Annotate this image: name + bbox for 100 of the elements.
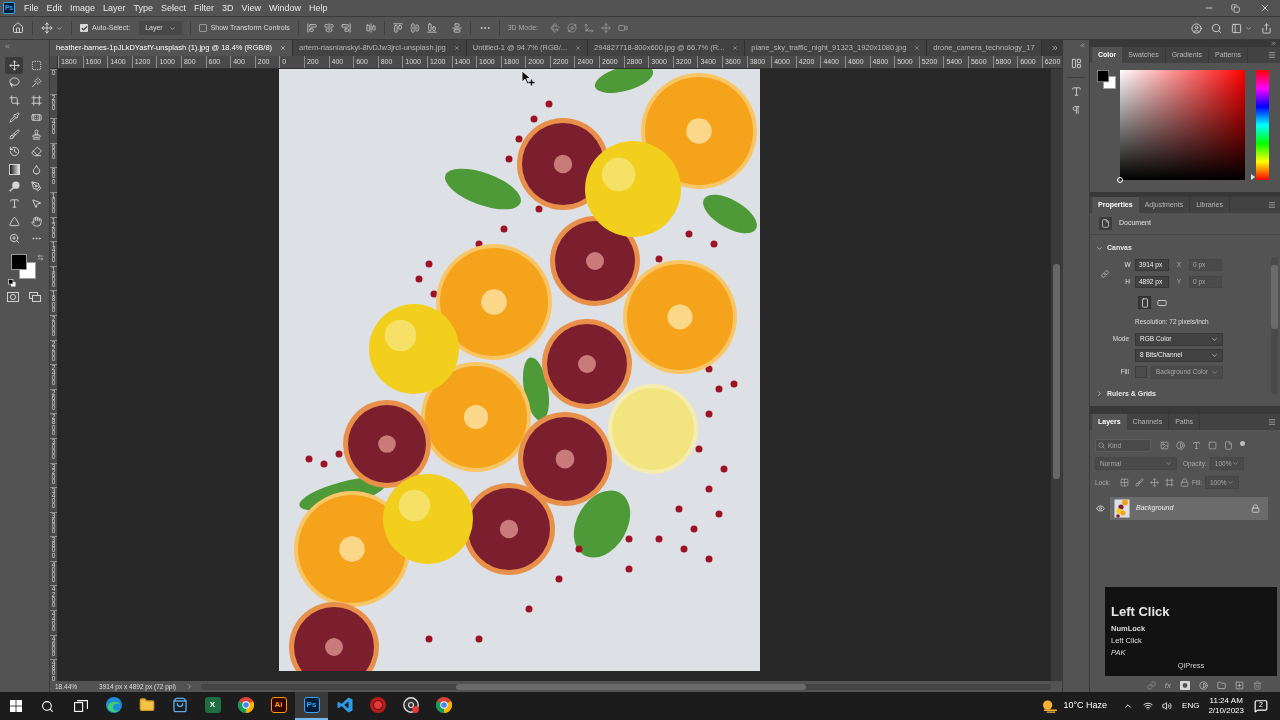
- double-chevron-icon[interactable]: [1079, 41, 1086, 49]
- align-middle-icon[interactable]: [409, 23, 420, 33]
- chevron-right-icon[interactable]: [186, 683, 193, 690]
- brush-icon[interactable]: [1134, 478, 1144, 487]
- color-field[interactable]: [1120, 70, 1245, 180]
- mask-icon[interactable]: [7, 291, 19, 302]
- lock-icon[interactable]: [1179, 478, 1189, 487]
- wifi-icon[interactable]: [1143, 701, 1154, 711]
- menu-icon[interactable]: [1268, 51, 1276, 59]
- type-icon[interactable]: [1070, 86, 1082, 97]
- chevron-up-icon[interactable]: [1123, 701, 1134, 711]
- panel-layout-icon[interactable]: [1070, 58, 1082, 69]
- language-indicator[interactable]: ENG: [1182, 700, 1200, 712]
- menu-item[interactable]: Help: [309, 2, 328, 14]
- rotate-3d-icon[interactable]: [550, 23, 560, 33]
- file-icon[interactable]: [1224, 441, 1233, 450]
- close-icon[interactable]: [575, 45, 582, 51]
- distribute-icon[interactable]: [365, 23, 376, 33]
- align-right-icon[interactable]: [340, 23, 351, 33]
- move-icon[interactable]: [41, 22, 53, 34]
- close-icon[interactable]: [914, 45, 921, 51]
- square-icon[interactable]: [1208, 441, 1217, 450]
- paragraph-icon[interactable]: [1071, 105, 1081, 115]
- taskbar-button[interactable]: X: [196, 692, 229, 720]
- user-icon[interactable]: [1191, 22, 1202, 34]
- notification-icon[interactable]: [1254, 699, 1268, 713]
- half-circle-icon[interactable]: [1199, 680, 1208, 690]
- scrollbar-thumb[interactable]: [1053, 264, 1060, 479]
- swap-arrows-icon[interactable]: [37, 253, 44, 261]
- type-icon[interactable]: [1192, 441, 1201, 450]
- scrollbar-thumb[interactable]: [456, 683, 806, 690]
- lock-icon[interactable]: [1251, 504, 1260, 513]
- double-chevron-icon[interactable]: [4, 42, 11, 50]
- image-icon[interactable]: [1160, 441, 1169, 450]
- taskbar-button[interactable]: Ai: [262, 692, 295, 720]
- task-view-icon[interactable]: [73, 700, 88, 712]
- align-bottom-icon[interactable]: [426, 23, 437, 33]
- link-icon[interactable]: [1101, 268, 1109, 279]
- sidebar-layout-icon[interactable]: [1231, 22, 1242, 34]
- move-icon[interactable]: [601, 23, 611, 33]
- home-icon[interactable]: [12, 22, 24, 34]
- align-center-icon[interactable]: [323, 23, 334, 33]
- move-icon[interactable]: [1149, 478, 1159, 487]
- clock-date[interactable]: 2/10/2023: [1208, 706, 1244, 716]
- menu-item[interactable]: Layer: [103, 2, 126, 14]
- trash-icon[interactable]: [1253, 680, 1262, 690]
- half-circle-icon[interactable]: [1176, 441, 1185, 450]
- vertical-scrollbar[interactable]: [1271, 257, 1278, 394]
- folder-icon[interactable]: [1217, 680, 1226, 690]
- align-top-icon[interactable]: [392, 23, 403, 33]
- orbit-icon[interactable]: [567, 23, 577, 33]
- menu-item[interactable]: Window: [268, 2, 301, 14]
- restore-icon[interactable]: [1231, 3, 1240, 13]
- windows-logo-icon[interactable]: [9, 700, 22, 712]
- menu-item[interactable]: 3D: [222, 2, 234, 14]
- menu-item[interactable]: Image: [70, 2, 96, 14]
- volume-icon[interactable]: [1162, 701, 1173, 711]
- checkbox[interactable]: [198, 24, 207, 32]
- stacked-rectangles-icon[interactable]: [29, 291, 41, 302]
- chevron-down-icon[interactable]: [56, 24, 63, 32]
- double-chevron-icon[interactable]: [1051, 44, 1059, 52]
- chevron-down-icon[interactable]: [1245, 24, 1252, 32]
- orientation-button[interactable]: [1138, 296, 1151, 309]
- grid-icon[interactable]: [1119, 478, 1129, 487]
- horizontal-scrollbar[interactable]: [201, 683, 1051, 690]
- menu-item[interactable]: Select: [161, 2, 187, 14]
- menu-item[interactable]: View: [241, 2, 261, 14]
- small-swatch-pair-icon[interactable]: [8, 278, 16, 287]
- slider-marker-icon[interactable]: [1251, 174, 1255, 180]
- video-camera-icon[interactable]: [618, 23, 628, 33]
- hue-slider[interactable]: [1251, 70, 1269, 180]
- close-icon[interactable]: [280, 45, 287, 51]
- weather-icon[interactable]: [1041, 699, 1059, 713]
- clock-time[interactable]: 11:24 AM: [1209, 696, 1243, 706]
- menu-icon[interactable]: [1268, 418, 1276, 426]
- tool-button[interactable]: [5, 57, 23, 74]
- menu-item[interactable]: Edit: [46, 2, 63, 14]
- swatch-pair-icon[interactable]: [11, 253, 36, 279]
- menu-item[interactable]: Type: [133, 2, 154, 14]
- effects-button[interactable]: fx: [1164, 680, 1171, 690]
- eye-icon[interactable]: [1095, 504, 1105, 513]
- move-3d-icon[interactable]: [584, 23, 594, 33]
- menu-item[interactable]: Filter: [194, 2, 215, 14]
- checkbox[interactable]: [80, 24, 88, 32]
- taskbar-button[interactable]: Ps: [295, 692, 328, 720]
- new-layer-icon[interactable]: [1235, 680, 1244, 690]
- search-icon[interactable]: [41, 699, 54, 713]
- share-icon[interactable]: [1261, 22, 1272, 34]
- menu-item[interactable]: File: [24, 2, 39, 14]
- scrollbar-thumb[interactable]: [1271, 265, 1278, 329]
- align-left-icon[interactable]: [306, 23, 317, 33]
- hash-icon[interactable]: [1164, 478, 1174, 487]
- link-icon[interactable]: [1146, 680, 1156, 690]
- double-chevron-icon[interactable]: [1270, 40, 1277, 47]
- weather-text[interactable]: 10°C Haze: [1063, 699, 1108, 713]
- distribute-icon[interactable]: [451, 23, 462, 33]
- close-icon[interactable]: [453, 45, 460, 51]
- menu-icon[interactable]: [1268, 201, 1276, 209]
- close-icon[interactable]: [1260, 3, 1270, 13]
- close-icon[interactable]: [732, 45, 739, 51]
